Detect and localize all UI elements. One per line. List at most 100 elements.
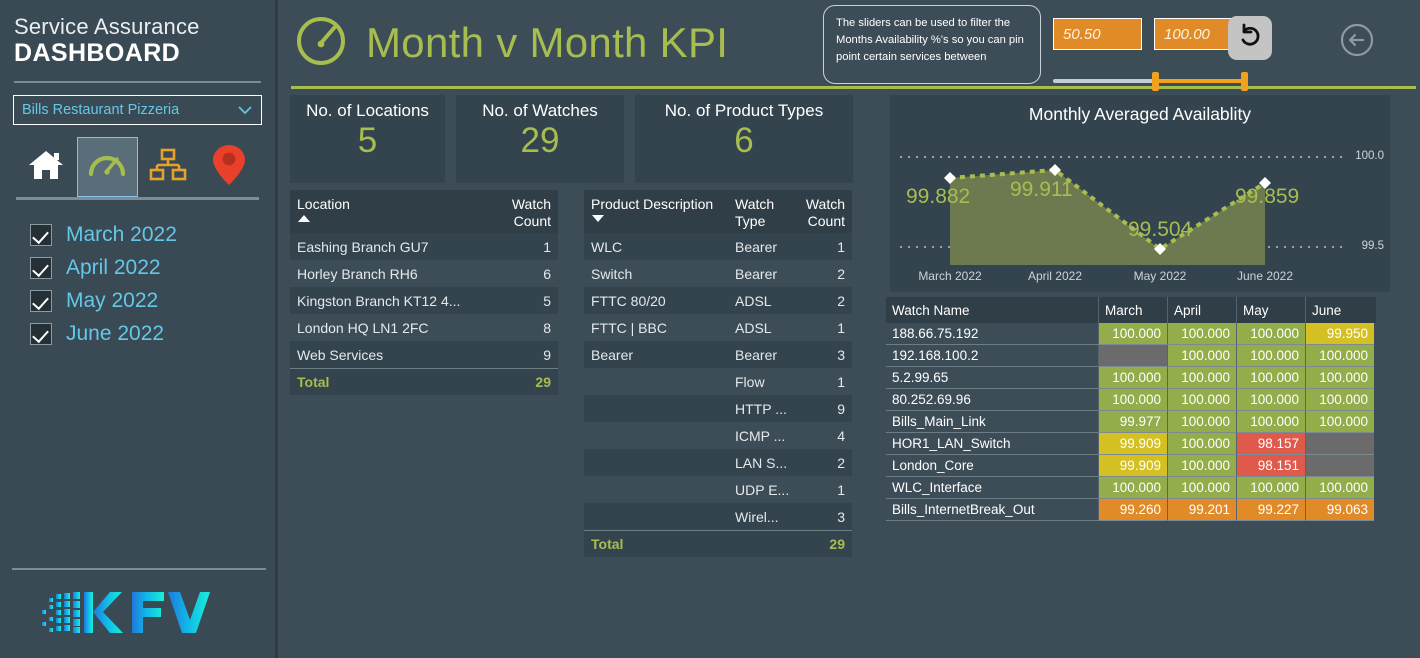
kpi-title: No. of Watches bbox=[482, 101, 598, 120]
month-checkbox-june[interactable]: June 2022 bbox=[30, 317, 263, 350]
matrix-row[interactable]: 80.252.69.96 100.000 100.000 100.000 100.000 bbox=[886, 389, 1376, 411]
matrix-column-april[interactable]: April bbox=[1167, 297, 1236, 323]
sort-descending-icon[interactable] bbox=[592, 214, 604, 222]
table-row[interactable]: Horley Branch RH6 6 bbox=[290, 260, 558, 288]
kpi-title: No. of Product Types bbox=[664, 101, 824, 120]
x-axis-tick: March 2022 bbox=[918, 269, 982, 283]
nav-button-topology[interactable] bbox=[138, 137, 199, 197]
matrix-cell-value: 100.000 bbox=[1167, 323, 1236, 345]
matrix-cell-watch-name: London_Core bbox=[886, 455, 1098, 477]
month-label: June 2022 bbox=[66, 321, 165, 345]
table-row[interactable]: HTTP ... 9 bbox=[584, 395, 852, 423]
kpi-card-locations[interactable]: No. of Locations 5 bbox=[290, 95, 445, 183]
reset-button[interactable] bbox=[1228, 16, 1272, 60]
total-value: 29 bbox=[535, 374, 551, 391]
matrix-row[interactable]: 188.66.75.192 100.000 100.000 100.000 99.950 bbox=[886, 323, 1376, 345]
home-icon bbox=[27, 148, 65, 187]
nav-button-kpi[interactable] bbox=[76, 137, 138, 198]
month-checkbox-april[interactable]: April 2022 bbox=[30, 251, 263, 284]
matrix-cell-watch-name: WLC_Interface bbox=[886, 477, 1098, 499]
table-row[interactable]: Flow 1 bbox=[584, 368, 852, 396]
location-table: Location Watch Count Eashing Branch GU7 1… bbox=[290, 190, 558, 396]
nav-button-locations[interactable] bbox=[198, 137, 259, 197]
table-row[interactable]: Bearer Bearer 3 bbox=[584, 341, 852, 369]
matrix-row[interactable]: WLC_Interface 100.000 100.000 100.000 100.00… bbox=[886, 477, 1376, 499]
cell-count: 3 bbox=[837, 346, 845, 363]
matrix-row[interactable]: Bills_InternetBreak_Out 99.260 99.201 99.22… bbox=[886, 499, 1376, 521]
column-header-location[interactable]: Location bbox=[290, 190, 492, 233]
matrix-cell-watch-name: 80.252.69.96 bbox=[886, 389, 1098, 411]
cell-type: UDP E... bbox=[735, 481, 790, 498]
slider-handle-max[interactable] bbox=[1241, 72, 1249, 91]
matrix-cell-value: 100.000 bbox=[1236, 389, 1305, 411]
kpi-value: 6 bbox=[734, 121, 754, 160]
matrix-cell-value: 98.151 bbox=[1236, 455, 1305, 477]
slider-handle-min[interactable] bbox=[1151, 72, 1159, 91]
month-checkbox-may[interactable]: May 2022 bbox=[30, 284, 263, 317]
table-header: Product Description Watch Type Watch Count bbox=[584, 190, 852, 234]
kpi-value: 29 bbox=[520, 121, 560, 160]
matrix-cell-watch-name: Bills_Main_Link bbox=[886, 411, 1098, 433]
column-header-watch-count[interactable]: Watch Count bbox=[492, 190, 558, 233]
matrix-cell-value: 100.000 bbox=[1167, 389, 1236, 411]
table-row[interactable]: UDP E... 1 bbox=[584, 476, 852, 504]
cell-count: 6 bbox=[543, 265, 551, 282]
matrix-column-watch-name[interactable]: Watch Name bbox=[886, 297, 1098, 323]
nav-button-home[interactable] bbox=[16, 137, 77, 197]
y-axis-tick-top: 100.0 bbox=[1355, 150, 1384, 162]
matrix-cell-value: 100.000 bbox=[1236, 367, 1305, 389]
checkbox-icon bbox=[30, 223, 52, 246]
sort-ascending-icon[interactable] bbox=[298, 214, 310, 222]
kpi-card-product-types[interactable]: No. of Product Types 6 bbox=[635, 95, 853, 183]
month-checkbox-march[interactable]: March 2022 bbox=[30, 218, 263, 251]
table-row[interactable]: LAN S... 2 bbox=[584, 449, 852, 477]
matrix-cell-value: 100.000 bbox=[1167, 477, 1236, 499]
kpi-value: 5 bbox=[357, 121, 378, 160]
kpi-card-watches[interactable]: No. of Watches 29 bbox=[456, 95, 624, 183]
matrix-column-may[interactable]: May bbox=[1236, 297, 1305, 323]
column-header-watch-count[interactable]: Watch Count bbox=[796, 190, 852, 233]
y-axis-tick-bottom: 99.5 bbox=[1361, 240, 1384, 252]
matrix-row[interactable]: 5.2.99.65 100.000 100.000 100.000 100.000 bbox=[886, 367, 1376, 389]
matrix-row[interactable]: Bills_Main_Link 99.977 100.000 100.000 100.0… bbox=[886, 411, 1376, 433]
table-row[interactable]: London HQ LN1 2FC 8 bbox=[290, 314, 558, 342]
matrix-column-march[interactable]: March bbox=[1098, 297, 1167, 323]
column-header-product-description[interactable]: Product Description bbox=[584, 190, 728, 233]
customer-dropdown[interactable]: Bills Restaurant Pizzeria bbox=[13, 95, 262, 126]
data-label: 99.911 bbox=[1010, 178, 1073, 201]
table-row[interactable]: FTTC 80/20 ADSL 2 bbox=[584, 287, 852, 315]
matrix-row[interactable]: London_Core 99.909 100.000 98.151 bbox=[886, 455, 1376, 477]
column-header-watch-type[interactable]: Watch Type bbox=[728, 190, 796, 233]
matrix-cell-value: 100.000 bbox=[1305, 411, 1374, 433]
data-label: 99.859 bbox=[1235, 185, 1300, 208]
table-row[interactable]: ICMP ... 4 bbox=[584, 422, 852, 450]
cell-type: HTTP ... bbox=[735, 400, 787, 417]
chart-area-fill bbox=[950, 170, 1265, 265]
table-row[interactable]: Switch Bearer 2 bbox=[584, 260, 852, 288]
matrix-row[interactable]: HOR1_LAN_Switch 99.909 100.000 98.157 bbox=[886, 433, 1376, 455]
cell-count: 2 bbox=[837, 454, 845, 471]
total-value: 29 bbox=[829, 536, 845, 553]
slider-min-value[interactable]: 50.50 bbox=[1053, 18, 1142, 50]
matrix-cell-value: 100.000 bbox=[1236, 345, 1305, 367]
table-total-row: Total 29 bbox=[290, 368, 558, 396]
table-row[interactable]: WLC Bearer 1 bbox=[584, 233, 852, 261]
back-button[interactable] bbox=[1340, 23, 1374, 57]
column-label: Location bbox=[297, 196, 350, 212]
table-row[interactable]: Wirel... 3 bbox=[584, 503, 852, 531]
table-row[interactable]: Kingston Branch KT12 4... 5 bbox=[290, 287, 558, 315]
chart-plot-area[interactable]: 100.0 99.5 99.882 99.911 99.504 99.859 M… bbox=[890, 125, 1390, 285]
matrix-column-june[interactable]: June bbox=[1305, 297, 1374, 323]
matrix-row[interactable]: 192.168.100.2 100.000 100.000 100.000 bbox=[886, 345, 1376, 367]
matrix-body: 188.66.75.192 100.000 100.000 100.000 99.950… bbox=[886, 323, 1376, 521]
matrix-cell-value: 100.000 bbox=[1098, 323, 1167, 345]
matrix-cell-value: 100.000 bbox=[1167, 367, 1236, 389]
slider-track[interactable] bbox=[1053, 70, 1249, 92]
cell-count: 3 bbox=[837, 508, 845, 525]
matrix-cell-value: 99.063 bbox=[1305, 499, 1374, 521]
table-row[interactable]: Eashing Branch GU7 1 bbox=[290, 233, 558, 261]
matrix-cell-value: 98.157 bbox=[1236, 433, 1305, 455]
table-row[interactable]: FTTC | BBC ADSL 1 bbox=[584, 314, 852, 342]
table-row[interactable]: Web Services 9 bbox=[290, 341, 558, 369]
data-label: 99.882 bbox=[906, 185, 971, 208]
